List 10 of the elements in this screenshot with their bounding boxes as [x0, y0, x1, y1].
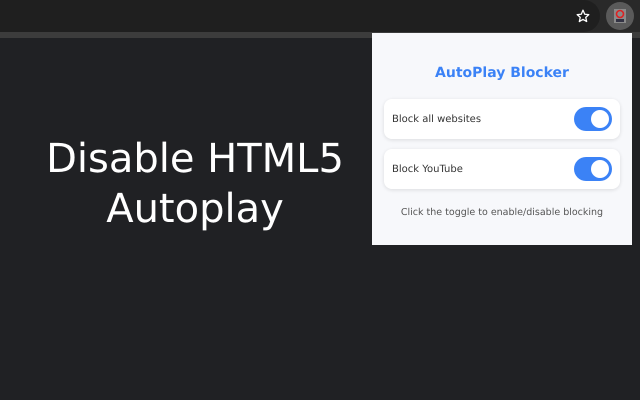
star-icon[interactable] — [576, 9, 590, 23]
setting-label: Block YouTube — [392, 164, 463, 174]
extension-button[interactable] — [606, 2, 634, 30]
popup-title: AutoPlay Blocker — [434, 65, 570, 81]
extension-icon — [614, 9, 626, 23]
setting-label: Block all websites — [392, 114, 482, 124]
toggle-switch[interactable] — [574, 107, 612, 131]
hint-text: Click the toggle to enable/disable blocking — [400, 207, 604, 218]
headline: Disable HTML5 Autoplay — [45, 135, 345, 234]
toggle-switch[interactable] — [574, 157, 612, 181]
